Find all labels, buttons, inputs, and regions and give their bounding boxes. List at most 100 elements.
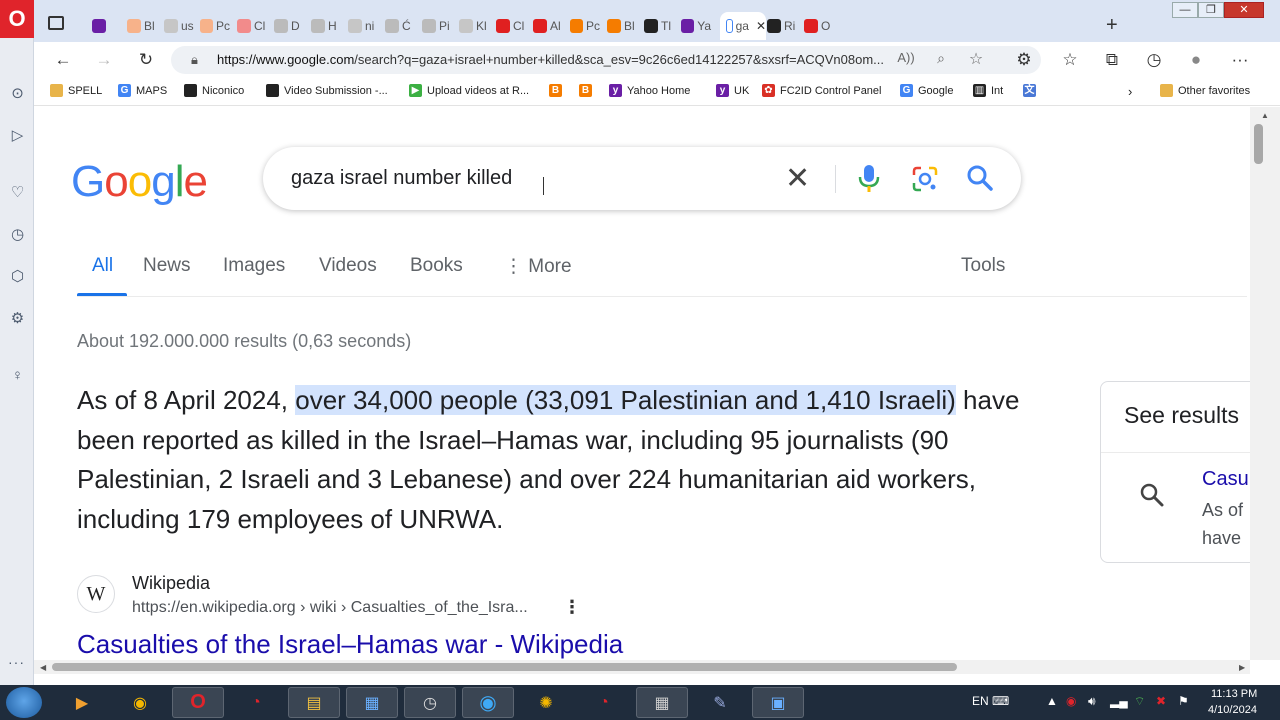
browser-tab[interactable]: Ya bbox=[681, 12, 711, 40]
app-icon[interactable]: ✺ bbox=[520, 687, 572, 718]
close-tab-icon[interactable]: ✕ bbox=[756, 19, 766, 33]
other-favorites[interactable]: Other favorites bbox=[1160, 84, 1250, 97]
bookmark-item[interactable]: y Yahoo Home bbox=[609, 84, 690, 97]
close-window-button[interactable]: ✕ bbox=[1224, 2, 1264, 18]
edge-icon[interactable]: ◉ bbox=[462, 687, 514, 718]
history-icon[interactable]: ◷ bbox=[1144, 50, 1164, 70]
browser-tab[interactable]: us bbox=[164, 12, 194, 40]
browser-tab[interactable]: Cl bbox=[237, 12, 267, 40]
browser-tab[interactable]: Kl bbox=[459, 12, 489, 40]
bookmark-item[interactable]: Video Submission -... bbox=[266, 84, 388, 97]
tab-more[interactable]: ⋮ More bbox=[504, 255, 572, 278]
bookmark-item[interactable]: G MAPS bbox=[118, 84, 167, 97]
favorite-add-icon[interactable]: ☆ bbox=[966, 49, 986, 69]
microphone-icon[interactable] bbox=[858, 163, 880, 193]
network-alert-icon[interactable]: ✖ bbox=[1156, 694, 1166, 708]
opera-gx-icon[interactable]: ◔ bbox=[230, 687, 282, 718]
tab-videos[interactable]: Videos bbox=[319, 255, 377, 277]
send-icon[interactable]: ▷ bbox=[9, 127, 26, 144]
language-indicator[interactable]: EN bbox=[972, 694, 989, 708]
profile-icon[interactable]: ● bbox=[1186, 50, 1206, 70]
browser-tab[interactable]: H bbox=[311, 12, 341, 40]
gear-icon[interactable]: ⚙ bbox=[9, 310, 26, 327]
heart-icon[interactable]: ♡ bbox=[9, 184, 26, 201]
bookmark-item[interactable]: B bbox=[579, 84, 597, 97]
file-explorer-icon[interactable]: ▤ bbox=[288, 687, 340, 718]
bookmark-item[interactable]: ▥ Int bbox=[973, 84, 1003, 97]
tab-all[interactable]: All bbox=[92, 255, 113, 277]
horizontal-scroll-thumb[interactable] bbox=[52, 663, 957, 671]
calculator-icon[interactable]: ▦ bbox=[636, 687, 688, 718]
lens-icon[interactable] bbox=[911, 165, 939, 193]
clock-date[interactable]: 4/10/2024 bbox=[1208, 704, 1257, 716]
browser-tab[interactable]: ni bbox=[348, 12, 378, 40]
search-box[interactable]: gaza israel number killed ✕ bbox=[263, 147, 1021, 210]
history-icon[interactable]: ◷ bbox=[9, 226, 26, 243]
zoom-icon[interactable]: ⌕ bbox=[931, 50, 951, 67]
new-tab-button[interactable]: + bbox=[1106, 14, 1118, 37]
opera-logo-icon[interactable]: O bbox=[0, 0, 34, 38]
address-bar[interactable]: 🔒︎ https://www.google.com/search?q=gaza+… bbox=[171, 46, 1041, 74]
card-link[interactable]: Casu bbox=[1202, 468, 1249, 491]
tab-news[interactable]: News bbox=[143, 255, 191, 277]
favorites-icon[interactable]: ☆ bbox=[1060, 50, 1080, 70]
keyboard-icon[interactable]: ⌨ bbox=[992, 694, 1009, 708]
browser-tab[interactable]: Ri bbox=[767, 12, 797, 40]
scroll-up-icon[interactable]: ▲ bbox=[1261, 111, 1269, 120]
forward-icon[interactable]: → bbox=[94, 50, 114, 70]
bookmark-item[interactable]: y UK bbox=[716, 84, 749, 97]
menu-icon[interactable]: ··· bbox=[1230, 50, 1250, 70]
security-icon[interactable]: ◉ bbox=[1066, 694, 1076, 708]
clock-time[interactable]: 11:13 PM bbox=[1211, 688, 1257, 700]
google-logo[interactable]: Google bbox=[71, 157, 208, 207]
browser-tab[interactable]: Al bbox=[533, 12, 563, 40]
browser-tab[interactable]: Bl bbox=[127, 12, 157, 40]
tools-button[interactable]: Tools bbox=[961, 255, 1005, 277]
reload-icon[interactable]: ↻ bbox=[136, 50, 156, 70]
browser-tab[interactable]: Pc bbox=[570, 12, 600, 40]
tray-expand-icon[interactable]: ▲ bbox=[1046, 694, 1058, 708]
bookmark-item[interactable]: ✿ FC2ID Control Panel bbox=[762, 84, 882, 97]
browser-tab[interactable]: Bl bbox=[607, 12, 637, 40]
lock-icon[interactable]: 🔒︎ bbox=[191, 52, 198, 68]
bookmark-item[interactable]: B bbox=[549, 84, 567, 97]
window-app-icon[interactable]: ▣ bbox=[752, 687, 804, 718]
tab-images[interactable]: Images bbox=[223, 255, 285, 277]
opera-gx-icon[interactable]: ◔ bbox=[578, 687, 630, 718]
tab-actions-icon[interactable] bbox=[48, 16, 64, 30]
lightbulb-icon[interactable]: ♀ bbox=[9, 367, 26, 384]
browser-tab[interactable]: Ć bbox=[385, 12, 415, 40]
browser-tab[interactable]: D bbox=[274, 12, 304, 40]
volume-icon[interactable]: 🔊︎ bbox=[1088, 694, 1096, 709]
tab-books[interactable]: Books bbox=[410, 255, 463, 277]
app-icon[interactable]: ◉ bbox=[114, 687, 166, 718]
read-aloud-icon[interactable]: A)) bbox=[896, 50, 916, 65]
media-player-icon[interactable]: ▶ bbox=[56, 687, 108, 718]
windows-start-icon[interactable] bbox=[6, 687, 42, 718]
browser-tab[interactable]: Pc bbox=[200, 12, 230, 40]
network-icon[interactable]: ▦ bbox=[346, 687, 398, 718]
cube-icon[interactable]: ⬡ bbox=[9, 268, 26, 285]
browser-tab[interactable]: Cl bbox=[496, 12, 526, 40]
browser-tab[interactable]: O bbox=[804, 12, 834, 40]
browser-tab[interactable]: Tl bbox=[644, 12, 674, 40]
clear-icon[interactable]: ✕ bbox=[785, 161, 810, 196]
clock-app-icon[interactable]: ◷ bbox=[404, 687, 456, 718]
vertical-scroll-thumb[interactable] bbox=[1254, 124, 1263, 164]
search-input[interactable]: gaza israel number killed bbox=[291, 167, 512, 190]
search-icon[interactable] bbox=[965, 163, 995, 193]
bookmark-item[interactable]: ▶ Upload videos at R... bbox=[409, 84, 529, 97]
more-icon[interactable]: ··· bbox=[8, 654, 25, 670]
scroll-right-icon[interactable]: ▶ bbox=[1239, 663, 1245, 672]
url-text[interactable]: https://www.google.com/search?q=gaza+isr… bbox=[217, 52, 897, 67]
bookmark-item[interactable]: Niconico bbox=[184, 84, 244, 97]
vertical-scrollbar[interactable]: ▲ bbox=[1250, 107, 1280, 660]
browser-tab[interactable]: Pi bbox=[422, 12, 452, 40]
scroll-left-icon[interactable]: ◀ bbox=[40, 663, 46, 672]
bookmark-item[interactable]: 文 bbox=[1023, 84, 1041, 97]
more-options-icon[interactable]: ⋮ bbox=[563, 597, 581, 618]
extensions-icon[interactable]: ⚙ bbox=[1014, 50, 1034, 70]
back-icon[interactable]: ← bbox=[53, 50, 73, 70]
signal-icon[interactable]: ▂▄ bbox=[1110, 694, 1128, 708]
browser-tab[interactable]: ga ✕ bbox=[720, 12, 766, 40]
